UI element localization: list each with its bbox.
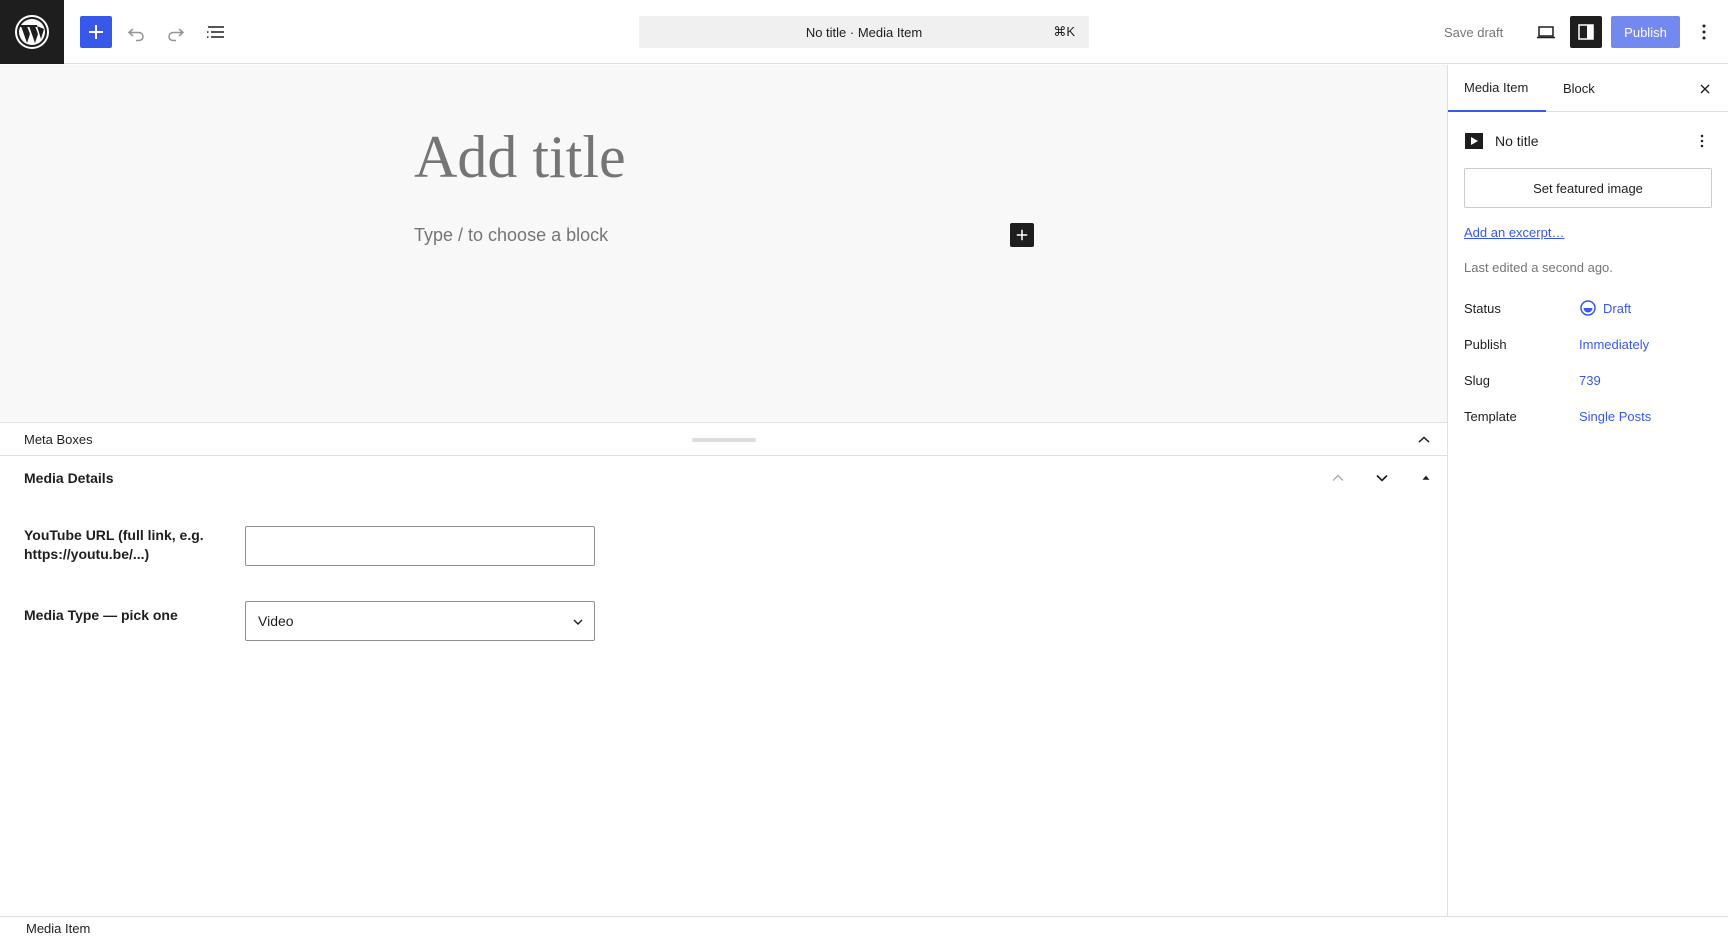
- video-icon: [1465, 133, 1483, 149]
- set-featured-image-button[interactable]: Set featured image: [1464, 168, 1712, 208]
- meta-boxes-resize-handle[interactable]: [692, 438, 756, 442]
- inline-block-inserter-button[interactable]: [1010, 223, 1034, 247]
- meta-boxes-toggle-button[interactable]: [1412, 428, 1436, 452]
- block-inserter-button[interactable]: [80, 16, 112, 48]
- block-breadcrumb-bar: Media Item: [0, 916, 1728, 940]
- chevron-up-icon: [1332, 474, 1344, 481]
- move-up-button[interactable]: [1326, 466, 1350, 490]
- slug-label: Slug: [1464, 373, 1491, 388]
- publish-button[interactable]: Publish: [1611, 16, 1680, 48]
- last-edited-text: Last edited a second ago.: [1464, 260, 1613, 275]
- triangle-up-icon: [1422, 475, 1430, 480]
- document-overview-button[interactable]: [200, 16, 232, 48]
- wordpress-logo-icon[interactable]: [0, 0, 64, 64]
- add-excerpt-link[interactable]: Add an excerpt…: [1464, 225, 1564, 240]
- slug-value-button[interactable]: 739: [1579, 373, 1601, 388]
- shortcut-hint: ⌘K: [1053, 24, 1075, 39]
- options-menu-button[interactable]: [1688, 16, 1720, 48]
- post-actions-button[interactable]: [1690, 129, 1714, 153]
- desktop-preview-icon: [1537, 26, 1555, 39]
- default-block-appender[interactable]: Type / to choose a block: [414, 225, 608, 246]
- document-title: No title · Media Item: [805, 24, 923, 40]
- post-card: No title: [1464, 129, 1714, 153]
- template-label: Template: [1464, 409, 1517, 424]
- chevron-down-icon: [1376, 474, 1388, 482]
- more-vertical-icon: [1702, 24, 1706, 40]
- tab-media-item[interactable]: Media Item: [1448, 65, 1546, 112]
- sidebar-tabs: Media Item Block: [1448, 65, 1728, 112]
- more-vertical-icon: [1700, 134, 1704, 148]
- post-card-title: No title: [1495, 133, 1539, 149]
- sidebar-settings-icon: [1578, 24, 1594, 40]
- publish-date-button[interactable]: Immediately: [1579, 337, 1649, 352]
- status-value-button[interactable]: Draft: [1603, 301, 1631, 316]
- move-down-button[interactable]: [1370, 466, 1394, 490]
- template-value-button[interactable]: Single Posts: [1579, 409, 1651, 424]
- media-type-value: Video: [258, 613, 294, 629]
- undo-button[interactable]: [120, 16, 152, 48]
- youtube-url-label: YouTube URL (full link, e.g. https://you…: [24, 527, 204, 562]
- settings-toggle-button[interactable]: [1570, 16, 1602, 48]
- plus-icon: [89, 25, 103, 39]
- redo-icon: [168, 28, 185, 42]
- chevron-down-icon: [573, 619, 583, 625]
- media-type-label: Media Type — pick one: [24, 607, 178, 623]
- editor-canvas: Add title Type / to choose a block: [0, 65, 1447, 422]
- settings-sidebar: Media Item Block No title Set featured i…: [1447, 65, 1728, 916]
- youtube-url-input[interactable]: [245, 526, 595, 566]
- preview-button[interactable]: [1530, 16, 1562, 48]
- redo-button[interactable]: [160, 16, 192, 48]
- media-details-title: Media Details: [24, 470, 114, 486]
- plus-icon: [1016, 229, 1028, 241]
- save-draft-button[interactable]: Save draft: [1436, 16, 1511, 48]
- toggle-panel-button[interactable]: [1414, 466, 1438, 490]
- meta-boxes-header: Meta Boxes: [0, 422, 1447, 456]
- media-type-select[interactable]: Video: [245, 601, 595, 641]
- post-title-input[interactable]: Add title: [414, 123, 626, 192]
- breadcrumb-item[interactable]: Media Item: [26, 921, 90, 936]
- tab-block[interactable]: Block: [1547, 65, 1611, 112]
- close-icon: [1700, 84, 1710, 94]
- chevron-up-icon: [1418, 436, 1430, 443]
- command-palette-button[interactable]: No title · Media Item ⌘K: [639, 16, 1089, 48]
- meta-boxes-title: Meta Boxes: [24, 432, 93, 447]
- close-sidebar-button[interactable]: [1693, 77, 1717, 101]
- publish-label: Publish: [1464, 337, 1507, 352]
- editor-header: No title · Media Item ⌘K Save draft Publ…: [0, 0, 1728, 64]
- draft-status-icon: [1580, 300, 1596, 316]
- status-label: Status: [1464, 301, 1501, 316]
- undo-icon: [127, 28, 144, 42]
- meta-box-area: Media Details YouTube URL (full link, e.…: [0, 456, 1447, 916]
- list-view-icon: [207, 26, 224, 38]
